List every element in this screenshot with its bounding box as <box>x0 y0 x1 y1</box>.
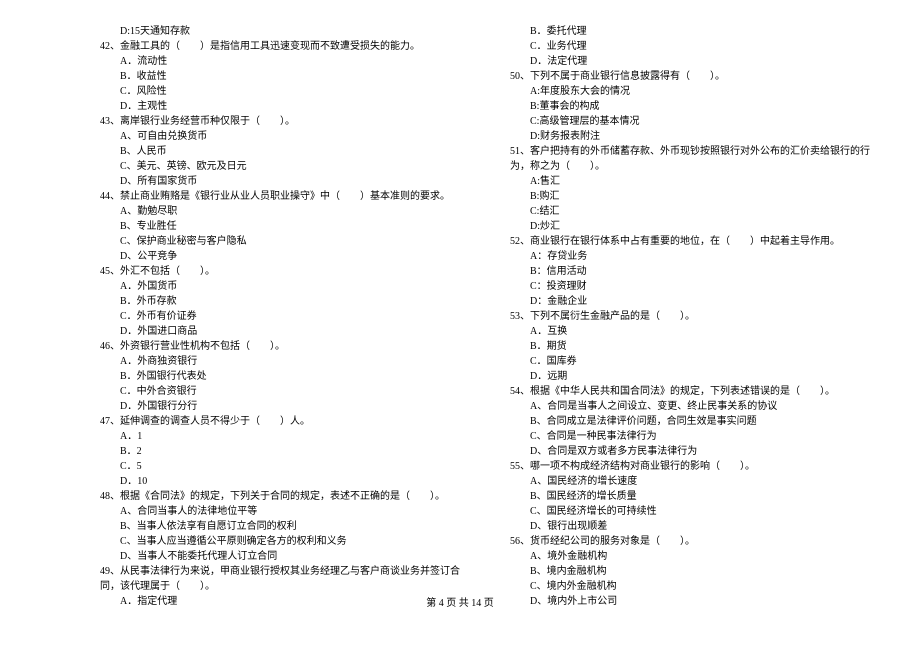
q42-opt-a: A．流动性 <box>100 54 470 69</box>
q53-opt-b: B．期货 <box>510 339 880 354</box>
q44-stem: 44、禁止商业贿赂是《银行业从业人员职业操守》中（ ）基本准则的要求。 <box>100 189 470 204</box>
q52-opt-b: B：信用活动 <box>510 264 880 279</box>
q45-opt-a: A．外国货币 <box>100 279 470 294</box>
q42-opt-d: D．主观性 <box>100 99 470 114</box>
q56-opt-c: C、境内外金融机构 <box>510 579 880 594</box>
q54-opt-a: A、合同是当事人之间设立、变更、终止民事关系的协议 <box>510 399 880 414</box>
q56-opt-a: A、境外金融机构 <box>510 549 880 564</box>
q50-opt-b: B:董事会的构成 <box>510 99 880 114</box>
q43-stem: 43、离岸银行业务经营币种仅限于（ ）。 <box>100 114 470 129</box>
q42-stem: 42、金融工具的（ ）是指信用工具迅速变现而不致遭受损失的能力。 <box>100 39 470 54</box>
q47-stem: 47、延伸调查的调查人员不得少于（ ）人。 <box>100 414 470 429</box>
q50-opt-c: C:高级管理层的基本情况 <box>510 114 880 129</box>
q53-stem: 53、下列不属衍生金融产品的是（ ）。 <box>510 309 880 324</box>
q43-opt-d: D、所有国家货币 <box>100 174 470 189</box>
q52-opt-a: A：存贷业务 <box>510 249 880 264</box>
q49-stem: 49、从民事法律行为来说，甲商业银行授权其业务经理乙与客户商谈业务并签订合同，该… <box>100 564 470 594</box>
q56-opt-b: B、境内金融机构 <box>510 564 880 579</box>
q44-opt-d: D、公平竞争 <box>100 249 470 264</box>
q55-opt-d: D、银行出现顺差 <box>510 519 880 534</box>
right-column: B．委托代理 C．业务代理 D．法定代理 50、下列不属于商业银行信息披露得有（… <box>490 24 880 590</box>
q55-opt-b: B、国民经济的增长质量 <box>510 489 880 504</box>
q48-opt-a: A、合同当事人的法律地位平等 <box>100 504 470 519</box>
q51-opt-b: B:购汇 <box>510 189 880 204</box>
q46-opt-b: B．外国银行代表处 <box>100 369 470 384</box>
q45-stem: 45、外汇不包括（ ）。 <box>100 264 470 279</box>
q46-opt-c: C．中外合资银行 <box>100 384 470 399</box>
q43-opt-a: A、可自由兑换货币 <box>100 129 470 144</box>
q49-opt-c: C．业务代理 <box>510 39 880 54</box>
q48-opt-d: D、当事人不能委托代理人订立合同 <box>100 549 470 564</box>
q49-opt-b: B．委托代理 <box>510 24 880 39</box>
q54-stem: 54、根据《中华人民共和国合同法》的规定，下列表述错误的是（ ）。 <box>510 384 880 399</box>
q45-opt-d: D．外国进口商品 <box>100 324 470 339</box>
q54-opt-b: B、合同成立是法律评价问题，合同生效是事实问题 <box>510 414 880 429</box>
q50-stem: 50、下列不属于商业银行信息披露得有（ ）。 <box>510 69 880 84</box>
q49-opt-d: D．法定代理 <box>510 54 880 69</box>
q55-stem: 55、哪一项不构成经济结构对商业银行的影响（ ）。 <box>510 459 880 474</box>
q56-opt-d: D、境内外上市公司 <box>510 594 880 609</box>
q47-opt-c: C．5 <box>100 459 470 474</box>
q42-opt-c: C．风险性 <box>100 84 470 99</box>
q54-opt-c: C、合同是一种民事法律行为 <box>510 429 880 444</box>
q51-stem: 51、客户把持有的外币储蓄存款、外币现钞按照银行对外公布的汇价卖给银行的行为，称… <box>510 144 880 174</box>
q41-opt-d: D:15天通知存款 <box>100 24 470 39</box>
q53-opt-d: D．远期 <box>510 369 880 384</box>
q52-opt-d: D：金融企业 <box>510 294 880 309</box>
q51-opt-d: D:炒汇 <box>510 219 880 234</box>
q54-opt-d: D、合同是双方或者多方民事法律行为 <box>510 444 880 459</box>
q47-opt-a: A．1 <box>100 429 470 444</box>
q44-opt-b: B、专业胜任 <box>100 219 470 234</box>
q53-opt-a: A．互换 <box>510 324 880 339</box>
q53-opt-c: C．国库券 <box>510 354 880 369</box>
exam-page: D:15天通知存款 42、金融工具的（ ）是指信用工具迅速变现而不致遭受损失的能… <box>0 0 920 590</box>
left-column: D:15天通知存款 42、金融工具的（ ）是指信用工具迅速变现而不致遭受损失的能… <box>100 24 490 590</box>
q45-opt-b: B．外币存款 <box>100 294 470 309</box>
q48-stem: 48、根据《合同法》的规定，下列关于合同的规定，表述不正确的是（ ）。 <box>100 489 470 504</box>
q44-opt-a: A、勤勉尽职 <box>100 204 470 219</box>
q45-opt-c: C．外币有价证券 <box>100 309 470 324</box>
q50-opt-a: A:年度股东大会的情况 <box>510 84 880 99</box>
q55-opt-a: A、国民经济的增长速度 <box>510 474 880 489</box>
q48-opt-b: B、当事人依法享有自愿订立合同的权利 <box>100 519 470 534</box>
q43-opt-c: C、美元、英镑、欧元及日元 <box>100 159 470 174</box>
q46-opt-d: D．外国银行分行 <box>100 399 470 414</box>
q55-opt-c: C、国民经济增长的可持续性 <box>510 504 880 519</box>
q48-opt-c: C、当事人应当遵循公平原则确定各方的权利和义务 <box>100 534 470 549</box>
q42-opt-b: B．收益性 <box>100 69 470 84</box>
q50-opt-d: D:财务报表附注 <box>510 129 880 144</box>
q47-opt-d: D．10 <box>100 474 470 489</box>
q46-opt-a: A．外商独资银行 <box>100 354 470 369</box>
q49-opt-a: A．指定代理 <box>100 594 470 609</box>
q52-opt-c: C：投资理财 <box>510 279 880 294</box>
q44-opt-c: C、保护商业秘密与客户隐私 <box>100 234 470 249</box>
q56-stem: 56、货币经纪公司的服务对象是（ ）。 <box>510 534 880 549</box>
q51-opt-a: A:售汇 <box>510 174 880 189</box>
q52-stem: 52、商业银行在银行体系中占有重要的地位，在（ ）中起着主导作用。 <box>510 234 880 249</box>
q46-stem: 46、外资银行营业性机构不包括（ ）。 <box>100 339 470 354</box>
q47-opt-b: B．2 <box>100 444 470 459</box>
q51-opt-c: C:结汇 <box>510 204 880 219</box>
q43-opt-b: B、人民币 <box>100 144 470 159</box>
